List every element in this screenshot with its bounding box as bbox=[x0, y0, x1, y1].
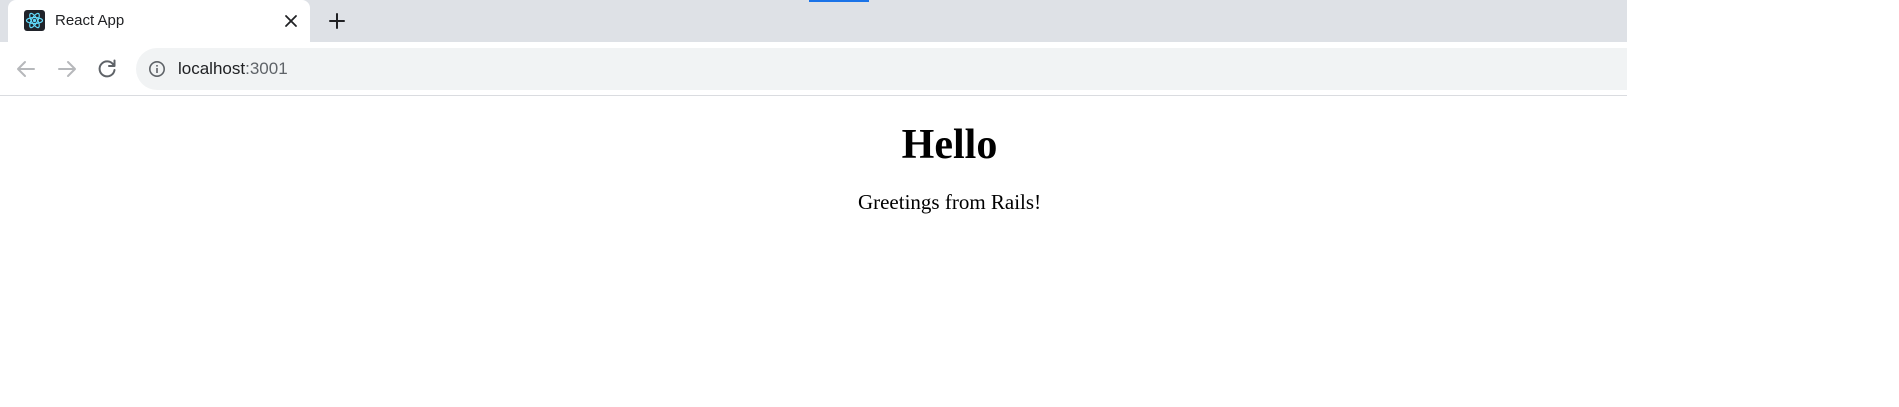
greeting-message: Greetings from Rails! bbox=[857, 190, 1042, 214]
address-bar[interactable]: localhost:3001 bbox=[136, 48, 1627, 90]
react-logo-icon bbox=[24, 10, 45, 31]
tab-title: React App bbox=[55, 12, 125, 29]
url-port: :3001 bbox=[245, 59, 288, 78]
tab-react-app[interactable]: React App bbox=[8, 0, 310, 42]
back-button[interactable] bbox=[14, 57, 38, 81]
arrow-left-icon bbox=[17, 61, 35, 77]
url-text[interactable]: localhost:3001 bbox=[178, 59, 288, 79]
tab-strip: React App bbox=[0, 0, 1627, 42]
reload-icon bbox=[98, 59, 116, 78]
arrow-right-icon bbox=[58, 61, 76, 77]
new-tab-button[interactable] bbox=[326, 10, 348, 32]
tab-strip-accent-line bbox=[809, 0, 869, 2]
reload-button[interactable] bbox=[95, 57, 119, 81]
plus-icon bbox=[329, 13, 345, 29]
forward-button[interactable] bbox=[55, 57, 79, 81]
close-icon[interactable] bbox=[281, 11, 301, 31]
toolbar: localhost:3001 bbox=[0, 42, 1627, 96]
page-heading: Hello bbox=[901, 122, 998, 168]
url-host: localhost bbox=[178, 59, 246, 78]
info-icon[interactable] bbox=[148, 60, 166, 78]
page-content: Hello Greetings from Rails! bbox=[0, 96, 1899, 407]
